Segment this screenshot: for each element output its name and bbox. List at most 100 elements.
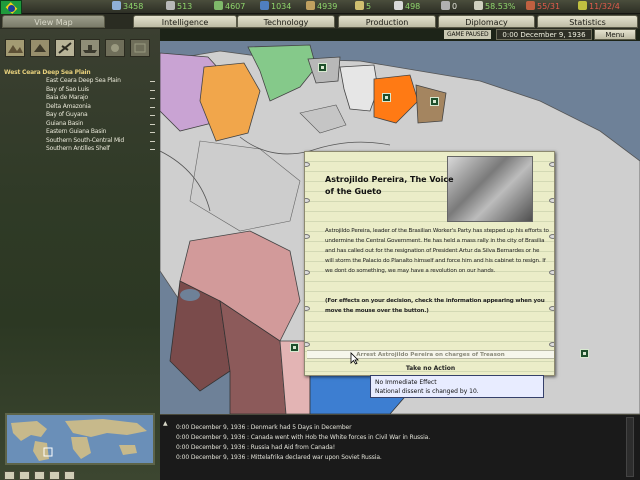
transports-icon xyxy=(441,1,450,10)
convoys-resource[interactable]: 55/31 xyxy=(526,1,560,13)
map-mode-air-button[interactable] xyxy=(55,39,75,57)
oil-resource[interactable]: 1034 xyxy=(260,1,291,13)
list-item[interactable]: Guiana Basin xyxy=(0,120,160,129)
binder-ring-icon xyxy=(549,198,554,203)
tab-diplomacy[interactable]: Diplomacy xyxy=(438,15,535,28)
list-item[interactable]: Eastern Guiana Basin xyxy=(0,128,160,137)
event-title: Astrojildo Pereira, The Voice of the Gue… xyxy=(325,175,454,196)
menu-button[interactable]: Menu xyxy=(594,29,636,40)
terrain-icon xyxy=(6,40,24,56)
manpower-resource[interactable]: 498 xyxy=(394,1,420,13)
game-paused-label: GAME PAUSED xyxy=(444,30,492,39)
money-resource[interactable]: 5 xyxy=(355,1,371,13)
metal-resource[interactable]: 513 xyxy=(166,1,192,13)
list-item[interactable]: Baia de Marajo xyxy=(0,94,160,103)
map-mode-supply-button[interactable] xyxy=(130,39,150,57)
unit-icon[interactable] xyxy=(430,97,439,106)
manpower-icon xyxy=(394,1,403,10)
tab-intelligence[interactable]: Intelligence xyxy=(133,15,237,28)
weather-icon xyxy=(106,40,124,56)
resource-bar: 3458 513 4607 1034 4939 5 498 0 58.53% 55/31 11/32… xyxy=(0,0,640,15)
list-item[interactable]: Delta Amazonia xyxy=(0,103,160,112)
political-icon xyxy=(31,40,49,56)
money-icon xyxy=(355,1,364,10)
convoys-icon xyxy=(526,1,535,10)
unit-icon[interactable] xyxy=(290,343,299,352)
event-description: Astrojildo Pereira, leader of the Brasil… xyxy=(325,228,549,274)
energy-resource[interactable]: 3458 xyxy=(112,1,143,13)
log-message: 0:00 December 9, 1936 : Canada went with… xyxy=(176,434,431,441)
dissent-resource[interactable]: 58.53% xyxy=(474,1,516,13)
diplomacy-resource[interactable]: 11/32/4 xyxy=(578,1,620,13)
binder-ring-icon xyxy=(549,306,554,311)
binder-ring-icon xyxy=(305,198,310,203)
choice-tooltip: No Immediate Effect National dissent is … xyxy=(370,375,544,398)
log-scrollbar[interactable] xyxy=(626,417,634,477)
event-hint: (For effects on your decision, check the… xyxy=(325,298,545,314)
tab-statistics[interactable]: Statistics xyxy=(537,15,638,28)
diplomacy-icon xyxy=(578,1,587,10)
zoom-in-button[interactable] xyxy=(4,471,15,480)
minimap-controls xyxy=(4,465,79,480)
manpower-value: 498 xyxy=(405,2,421,11)
map-mode-political-button[interactable] xyxy=(30,39,50,57)
nation-flag-icon[interactable] xyxy=(0,0,22,15)
map-mode-naval-button[interactable] xyxy=(80,39,100,57)
convoys-value: 55/31 xyxy=(537,2,561,11)
list-item[interactable]: Bay of Guyana xyxy=(0,111,160,120)
energy-icon xyxy=(112,1,121,10)
binder-ring-icon xyxy=(549,270,554,275)
tab-technology[interactable]: Technology xyxy=(237,15,335,28)
map-options-button[interactable] xyxy=(64,471,75,480)
money-value: 5 xyxy=(366,2,372,11)
choice-arrest-button[interactable]: Arrest Astrojildo Pereira on charges of … xyxy=(307,350,554,359)
list-item[interactable]: East Ceara Deep Sea Plain xyxy=(0,77,160,86)
binder-ring-icon xyxy=(305,162,310,167)
dissent-icon xyxy=(474,1,483,10)
ship-icon xyxy=(81,40,99,56)
metal-value: 513 xyxy=(177,2,193,11)
transports-value: 0 xyxy=(452,2,458,11)
filter-button[interactable] xyxy=(49,471,60,480)
supplies-value: 4939 xyxy=(317,2,338,11)
tab-view-map[interactable]: View Map xyxy=(2,15,105,28)
mouse-cursor-icon xyxy=(350,352,359,365)
supplies-resource[interactable]: 4939 xyxy=(306,1,337,13)
unit-icon[interactable] xyxy=(580,349,589,358)
unit-icon[interactable] xyxy=(382,93,391,102)
map-mode-weather-button[interactable] xyxy=(105,39,125,57)
binder-ring-icon xyxy=(305,306,310,311)
rare-materials-resource[interactable]: 4607 xyxy=(214,1,245,13)
zoom-out-button[interactable] xyxy=(19,471,30,480)
message-log: ▲ 0:00 December 9, 1936 : Denmark had 5 … xyxy=(160,414,640,480)
log-message: 0:00 December 9, 1936 : Russia had Aid f… xyxy=(176,444,336,451)
scroll-up-icon[interactable]: ▲ xyxy=(163,420,168,427)
world-minimap xyxy=(7,415,153,463)
minimap[interactable] xyxy=(5,413,155,465)
province-list-title: West Ceara Deep Sea Plain xyxy=(4,69,91,76)
rare-materials-value: 4607 xyxy=(225,2,246,11)
map-mode-terrain-button[interactable] xyxy=(5,39,25,57)
tab-production[interactable]: Production xyxy=(338,15,436,28)
rare-materials-icon xyxy=(214,1,223,10)
game-date[interactable]: 0:00 December 9, 1936 xyxy=(496,29,592,40)
binder-ring-icon xyxy=(549,234,554,239)
metal-icon xyxy=(166,1,175,10)
province-list[interactable]: East Ceara Deep Sea Plain Bay of Sao Lui… xyxy=(0,77,160,155)
oil-icon xyxy=(260,1,269,10)
tooltip-line: No Immediate Effect xyxy=(375,379,437,386)
supplies-icon xyxy=(306,1,315,10)
list-item[interactable]: Southern South-Central Mid xyxy=(0,137,160,146)
unit-icon[interactable] xyxy=(318,63,327,72)
supply-icon xyxy=(131,40,149,56)
list-item[interactable]: Bay of Sao Luis xyxy=(0,86,160,95)
list-item[interactable]: Southern Antilles Shelf xyxy=(0,145,160,154)
game-screen: 3458 513 4607 1034 4939 5 498 0 58.53% 55/31 11/32… xyxy=(0,0,640,480)
transports-resource[interactable]: 0 xyxy=(441,1,457,13)
binder-ring-icon xyxy=(305,234,310,239)
binder-ring-icon xyxy=(549,342,554,347)
log-message: 0:00 December 9, 1936 : Mittelafrika dec… xyxy=(176,454,382,461)
choice-take-no-action-button[interactable]: Take no Action xyxy=(307,364,554,373)
center-map-button[interactable] xyxy=(34,471,45,480)
binder-ring-icon xyxy=(549,162,554,167)
